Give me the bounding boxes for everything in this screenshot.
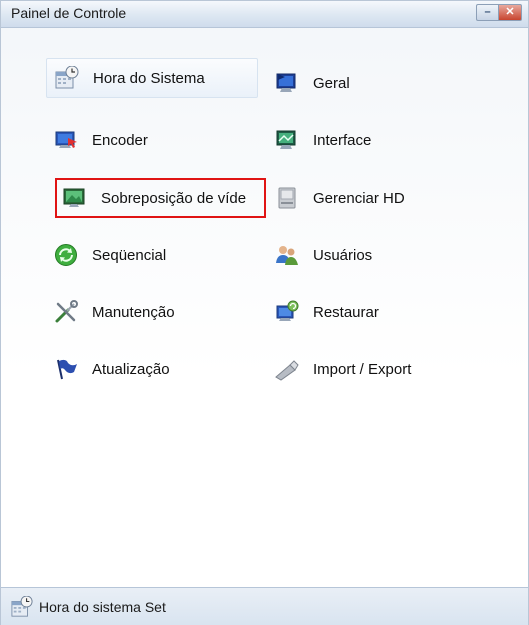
menu-item-label: Usuários — [313, 246, 373, 264]
close-button[interactable]: ✕ — [498, 4, 522, 21]
menu-item-label: Atualização — [92, 360, 170, 378]
minimize-button[interactable]: – — [476, 4, 498, 21]
title-bar: Painel de Controle – ✕ — [1, 1, 528, 28]
menu-item-interface[interactable]: Interface — [267, 120, 467, 160]
menu-item-restore[interactable]: Restaurar — [267, 292, 467, 332]
restore-icon — [275, 300, 299, 324]
menu-item-users[interactable]: Usuários — [267, 235, 467, 275]
menu-item-label: Geral — [313, 74, 350, 92]
menu-item-manage-hd[interactable]: Gerenciar HD — [267, 178, 467, 218]
control-panel-grid: Hora do Sistema Encoder Sobreposição de … — [1, 28, 528, 588]
control-panel-window: Painel de Controle – ✕ Hora do Sistema E… — [0, 0, 529, 625]
menu-item-label: Encoder — [92, 131, 148, 149]
menu-item-label: Hora do Sistema — [93, 69, 205, 87]
menu-item-label: Seqüencial — [92, 246, 167, 264]
menu-item-system-time[interactable]: Hora do Sistema — [46, 58, 258, 98]
flag-icon — [54, 357, 78, 381]
sequence-refresh-icon — [54, 243, 78, 267]
calendar-clock-icon — [11, 595, 33, 618]
status-text: Hora do sistema Set — [39, 598, 166, 615]
video-overlay-icon — [63, 186, 87, 210]
monitor-interface-icon — [275, 128, 299, 152]
menu-item-label: Gerenciar HD — [313, 189, 405, 207]
menu-item-video-overlay[interactable]: Sobreposição de víde — [55, 178, 266, 218]
menu-item-import-export[interactable]: Import / Export — [267, 349, 467, 389]
menu-item-sequential[interactable]: Seqüencial — [46, 235, 258, 275]
status-bar: Hora do sistema Set — [1, 587, 528, 625]
hard-disk-icon — [275, 186, 299, 210]
menu-item-label: Manutenção — [92, 303, 175, 321]
menu-item-encoder[interactable]: Encoder — [46, 120, 258, 160]
calendar-clock-icon — [55, 66, 79, 90]
menu-item-label: Interface — [313, 131, 372, 149]
menu-item-update[interactable]: Atualização — [46, 349, 258, 389]
menu-item-general[interactable]: Geral — [267, 63, 467, 103]
menu-item-label: Sobreposição de víde — [101, 189, 247, 207]
tools-icon — [54, 300, 78, 324]
usb-drive-icon — [275, 357, 299, 381]
menu-item-label: Import / Export — [313, 360, 412, 378]
users-icon — [275, 243, 299, 267]
window-buttons: – ✕ — [476, 4, 522, 21]
monitor-arrow-icon — [54, 128, 78, 152]
menu-item-maintenance[interactable]: Manutenção — [46, 292, 258, 332]
menu-item-label: Restaurar — [313, 303, 379, 321]
window-title: Painel de Controle — [11, 5, 127, 21]
monitor-general-icon — [275, 71, 299, 95]
